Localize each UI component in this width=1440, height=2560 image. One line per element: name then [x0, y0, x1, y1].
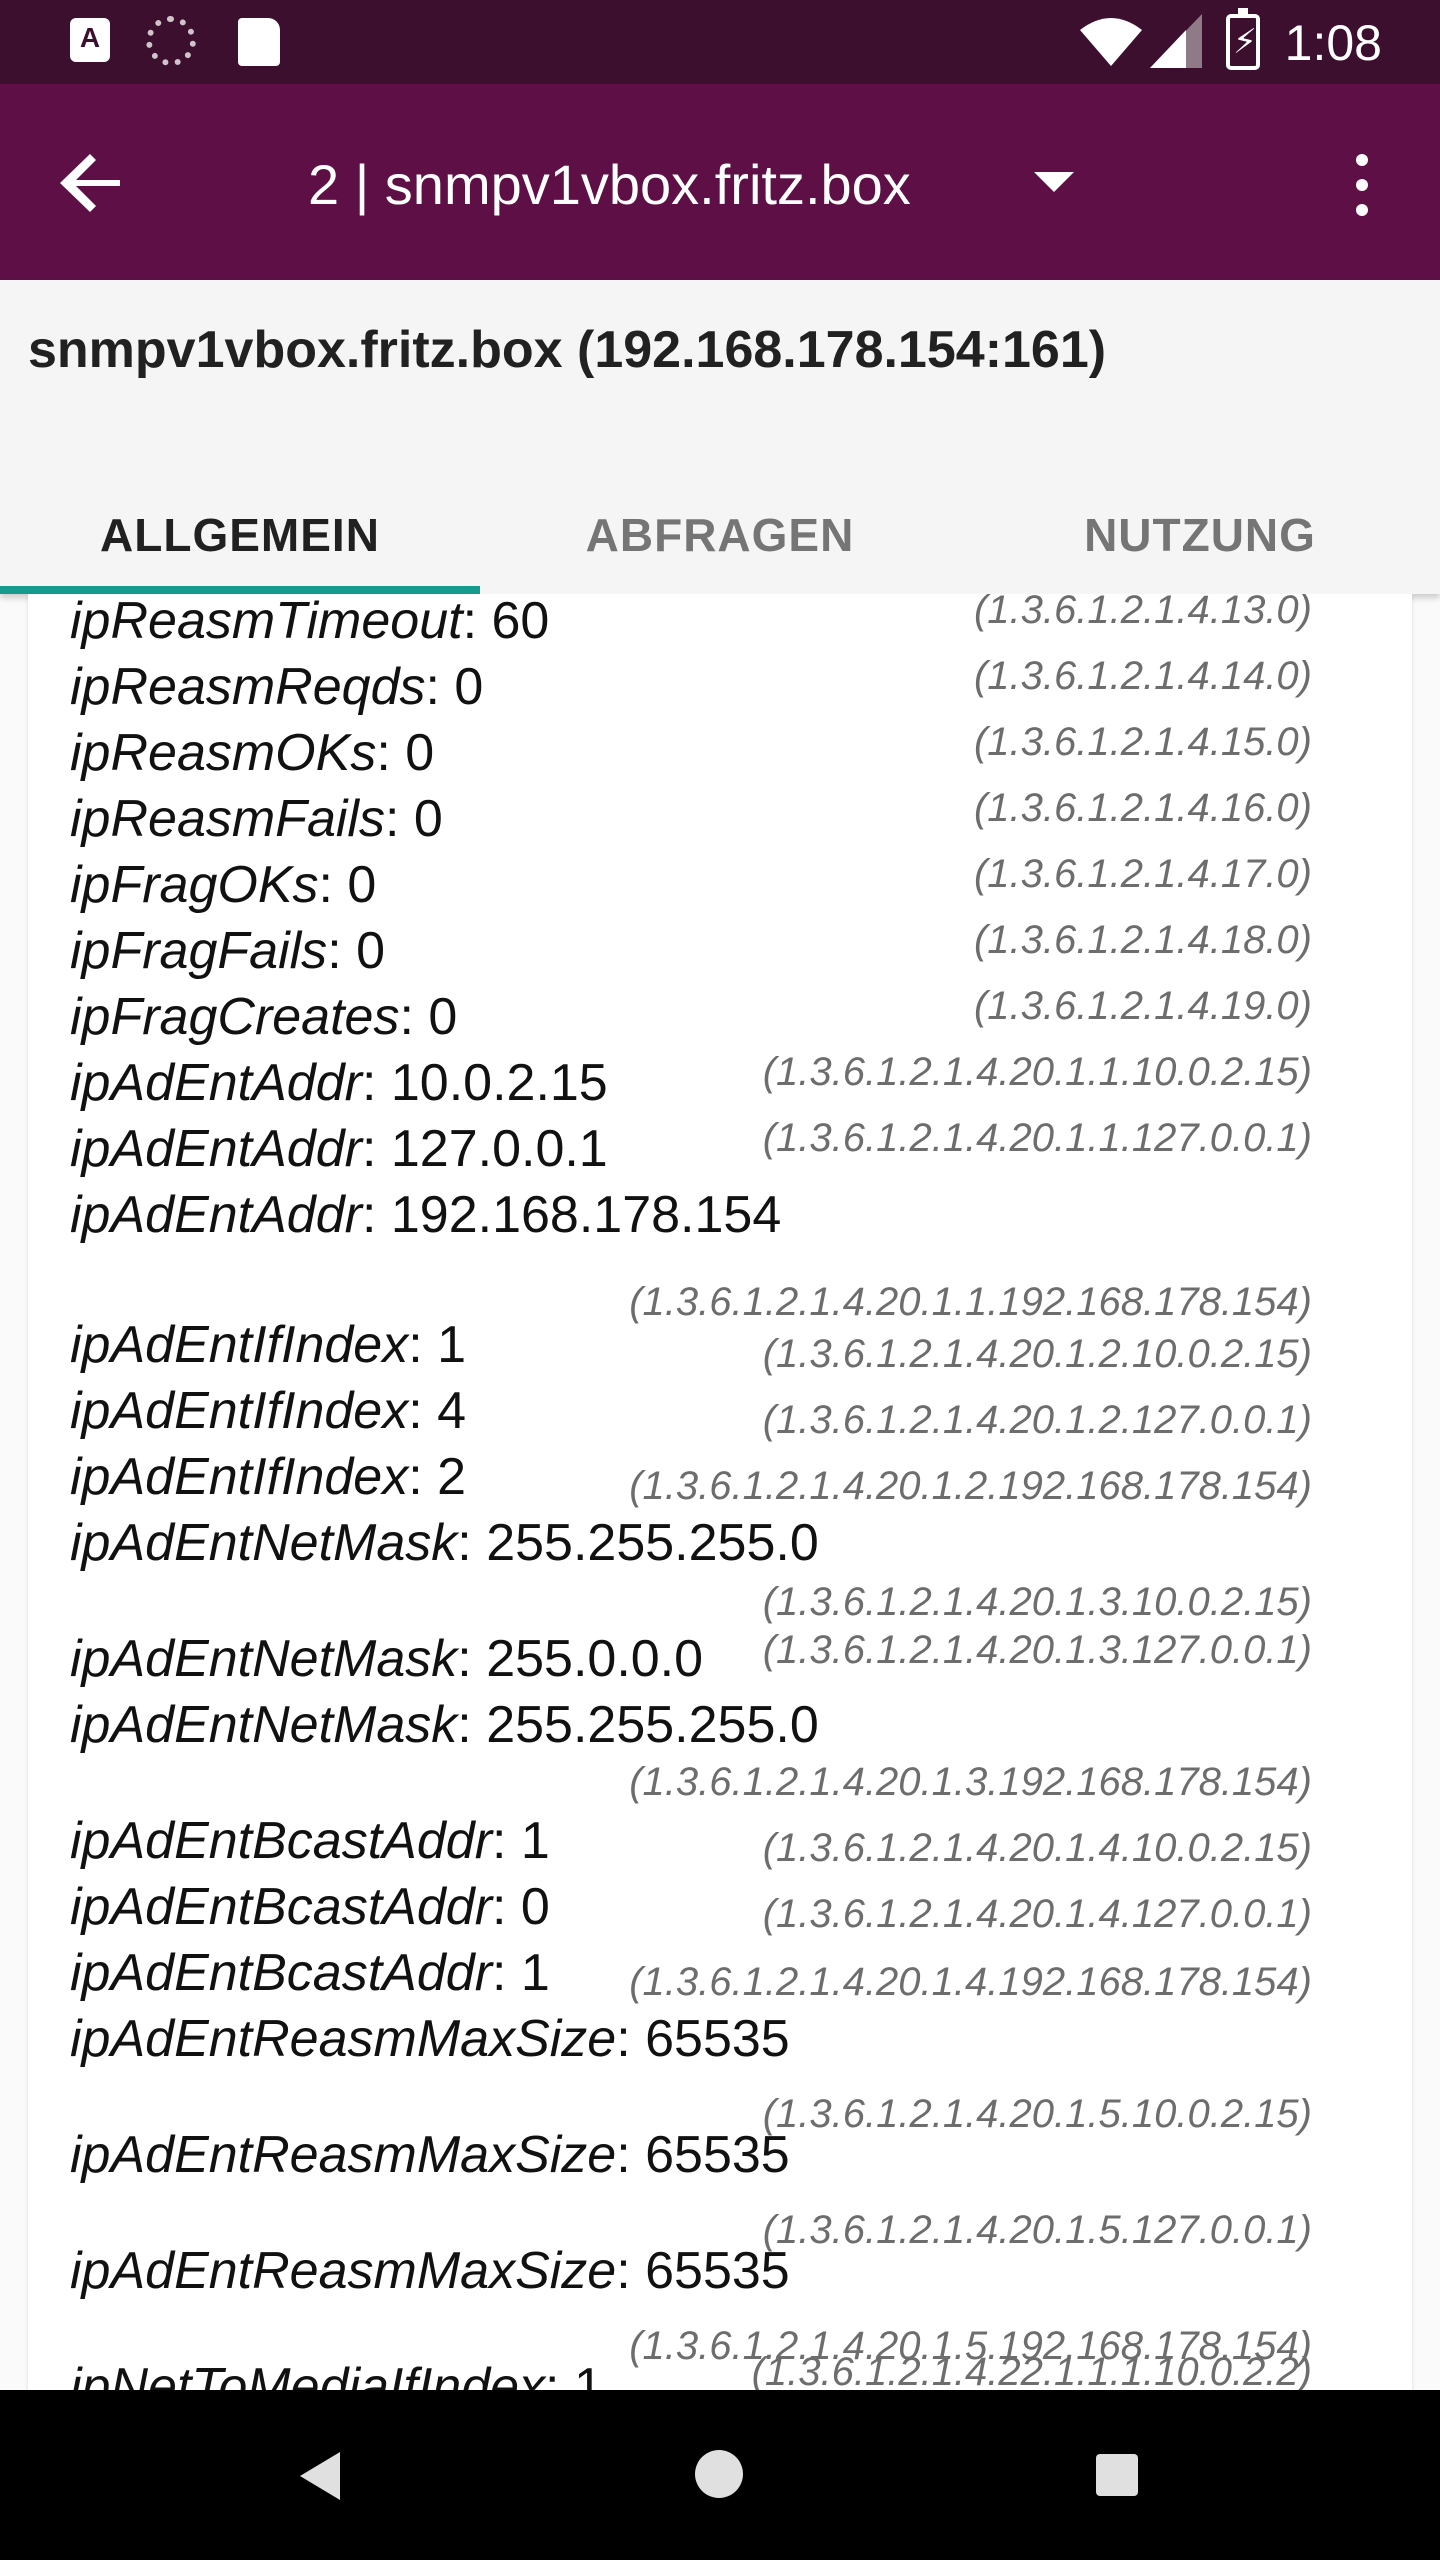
snmp-entry: ipAdEntReasmMaxSize: 65535	[70, 2008, 1412, 2070]
entry-oid: (1.3.6.1.2.1.4.20.1.3.192.168.178.154)	[629, 1760, 1312, 1804]
sync-icon	[146, 16, 196, 66]
entry-oid: (1.3.6.1.2.1.4.20.1.2.10.0.2.15)	[762, 1332, 1312, 1376]
recents-square-icon[interactable]	[1096, 2454, 1138, 2496]
entry-oid: (1.3.6.1.2.1.4.14.0)	[973, 654, 1312, 698]
entry-value: : 255.0.0.0	[457, 1630, 704, 1688]
entry-key: ipAdEntIfIndex	[70, 1382, 409, 1440]
status-bar: A ⚡ 1:08	[0, 0, 1440, 84]
host-title: snmpv1vbox.fritz.box (192.168.178.154:16…	[28, 321, 1107, 379]
entry-value: : 4	[408, 1382, 467, 1440]
sd-card-icon	[238, 18, 280, 66]
entry-oid: (1.3.6.1.2.1.4.13.0)	[973, 594, 1312, 632]
entry-value: : 65535	[616, 2010, 790, 2068]
snmp-entry: ipAdEntReasmMaxSize: 65535	[70, 2124, 1412, 2186]
navigation-bar	[0, 2390, 1440, 2560]
entry-value: : 65535	[616, 2126, 790, 2184]
tab-allgemein[interactable]: ALLGEMEIN	[0, 480, 480, 590]
entry-value: : 65535	[616, 2242, 790, 2300]
entry-oid: (1.3.6.1.2.1.4.19.0)	[973, 984, 1312, 1028]
entry-oid: (1.3.6.1.2.1.4.20.1.1.10.0.2.15)	[762, 1050, 1312, 1094]
entry-value: : 0	[327, 922, 386, 980]
tab-abfragen[interactable]: ABFRAGEN	[480, 480, 960, 590]
snmp-entry: ipAdEntNetMask: 255.255.255.0	[70, 1694, 1412, 1756]
entry-key: ipAdEntAddr	[70, 1054, 362, 1112]
snmp-values-card: ipReasmTimeout: 60 (1.3.6.1.2.1.4.13.0) ip…	[28, 594, 1412, 2390]
entry-oid: (1.3.6.1.2.1.4.20.1.3.127.0.0.1)	[762, 1628, 1312, 1672]
back-arrow-icon[interactable]	[58, 148, 128, 218]
tab-nutzung[interactable]: NUTZUNG	[960, 480, 1440, 590]
entry-value: : 0	[384, 790, 443, 848]
host-selector-title[interactable]: 2 | snmpv1vbox.fritz.box	[308, 152, 911, 217]
entry-oid: (1.3.6.1.2.1.4.20.1.4.127.0.0.1)	[762, 1892, 1312, 1936]
entry-value: : 10.0.2.15	[361, 1054, 608, 1112]
battery-charging-icon: ⚡	[1226, 8, 1260, 70]
more-vert-icon[interactable]	[1350, 154, 1374, 230]
entry-value: : 255.255.255.0	[457, 1696, 819, 1754]
entry-value: : 0	[492, 1878, 550, 1936]
entry-value: : 192.168.178.154	[361, 1186, 782, 1244]
chevron-down-icon[interactable]	[1034, 172, 1074, 192]
entry-key: ipReasmFails	[70, 790, 385, 848]
entry-key: ipAdEntAddr	[70, 1186, 362, 1244]
snmp-entry: ipAdEntNetMask: 255.255.255.0	[70, 1512, 1412, 1574]
snmp-entry: ipAdEntAddr: 192.168.178.154	[70, 1184, 1412, 1246]
entry-oid: (1.3.6.1.2.1.4.20.1.2.192.168.178.154)	[629, 1464, 1312, 1508]
wifi-icon	[1080, 18, 1142, 66]
host-header: snmpv1vbox.fritz.box (192.168.178.154:16…	[0, 280, 1440, 594]
entry-key: ipAdEntIfIndex	[70, 1448, 409, 1506]
entry-key: ipAdEntNetMask	[70, 1696, 458, 1754]
entry-key: ipAdEntBcastAddr	[70, 1878, 493, 1936]
entry-value: : 0	[376, 724, 435, 782]
entry-key: ipReasmReqds	[70, 658, 426, 716]
entry-value: : 1	[492, 1812, 550, 1870]
entry-value: : 1	[545, 2358, 603, 2390]
entry-key: ipNetToMediaIfIndex	[70, 2358, 546, 2390]
entry-oid: (1.3.6.1.2.1.4.20.1.1.127.0.0.1)	[762, 1116, 1312, 1160]
entry-oid: (1.3.6.1.2.1.4.22.1.1.1.10.0.2.2)	[751, 2350, 1312, 2390]
entry-key: ipReasmTimeout	[70, 594, 463, 650]
home-circle-icon[interactable]	[695, 2450, 743, 2498]
entry-key: ipAdEntReasmMaxSize	[70, 2010, 617, 2068]
tab-indicator	[0, 586, 480, 594]
entry-key: ipAdEntReasmMaxSize	[70, 2242, 617, 2300]
back-triangle-icon[interactable]	[300, 2452, 340, 2500]
entry-value: : 127.0.0.1	[361, 1120, 608, 1178]
entry-oid: (1.3.6.1.2.1.4.15.0)	[973, 720, 1312, 764]
content-scroll[interactable]: ipReasmTimeout: 60 (1.3.6.1.2.1.4.13.0) ip…	[0, 594, 1440, 2390]
clock: 1:08	[1284, 15, 1382, 71]
app-toolbar: 2 | snmpv1vbox.fritz.box	[0, 84, 1440, 280]
entry-oid: (1.3.6.1.2.1.4.16.0)	[973, 786, 1312, 830]
entry-value: : 1	[408, 1316, 467, 1374]
entry-oid: (1.3.6.1.2.1.4.20.1.3.10.0.2.15)	[762, 1580, 1312, 1624]
entry-value: : 0	[399, 988, 458, 1046]
entry-key: ipAdEntNetMask	[70, 1630, 458, 1688]
entry-key: ipAdEntBcastAddr	[70, 1812, 493, 1870]
entry-oid: (1.3.6.1.2.1.4.20.1.4.192.168.178.154)	[629, 1960, 1312, 2004]
entry-key: ipAdEntBcastAddr	[70, 1944, 493, 2002]
text-a-icon: A	[70, 18, 110, 62]
entry-value: : 60	[462, 594, 550, 650]
snmp-entry: ipAdEntReasmMaxSize: 65535	[70, 2240, 1412, 2302]
entry-oid: (1.3.6.1.2.1.4.20.1.4.10.0.2.15)	[762, 1826, 1312, 1870]
entry-key: ipAdEntReasmMaxSize	[70, 2126, 617, 2184]
entry-value: : 0	[318, 856, 377, 914]
entry-value: : 1	[492, 1944, 550, 2002]
entry-value: : 255.255.255.0	[457, 1514, 819, 1572]
entry-key: ipReasmOKs	[70, 724, 377, 782]
entry-oid: (1.3.6.1.2.1.4.20.1.2.127.0.0.1)	[762, 1398, 1312, 1442]
entry-value: : 2	[408, 1448, 467, 1506]
entry-oid: (1.3.6.1.2.1.4.17.0)	[973, 852, 1312, 896]
entry-key: ipFragOKs	[70, 856, 319, 914]
entry-key: ipFragFails	[70, 922, 328, 980]
entry-value: : 0	[425, 658, 484, 716]
entry-key: ipAdEntNetMask	[70, 1514, 458, 1572]
entry-key: ipAdEntIfIndex	[70, 1316, 409, 1374]
entry-key: ipFragCreates	[70, 988, 400, 1046]
cell-signal-icon	[1150, 14, 1202, 68]
entry-key: ipAdEntAddr	[70, 1120, 362, 1178]
entry-oid: (1.3.6.1.2.1.4.18.0)	[973, 918, 1312, 962]
